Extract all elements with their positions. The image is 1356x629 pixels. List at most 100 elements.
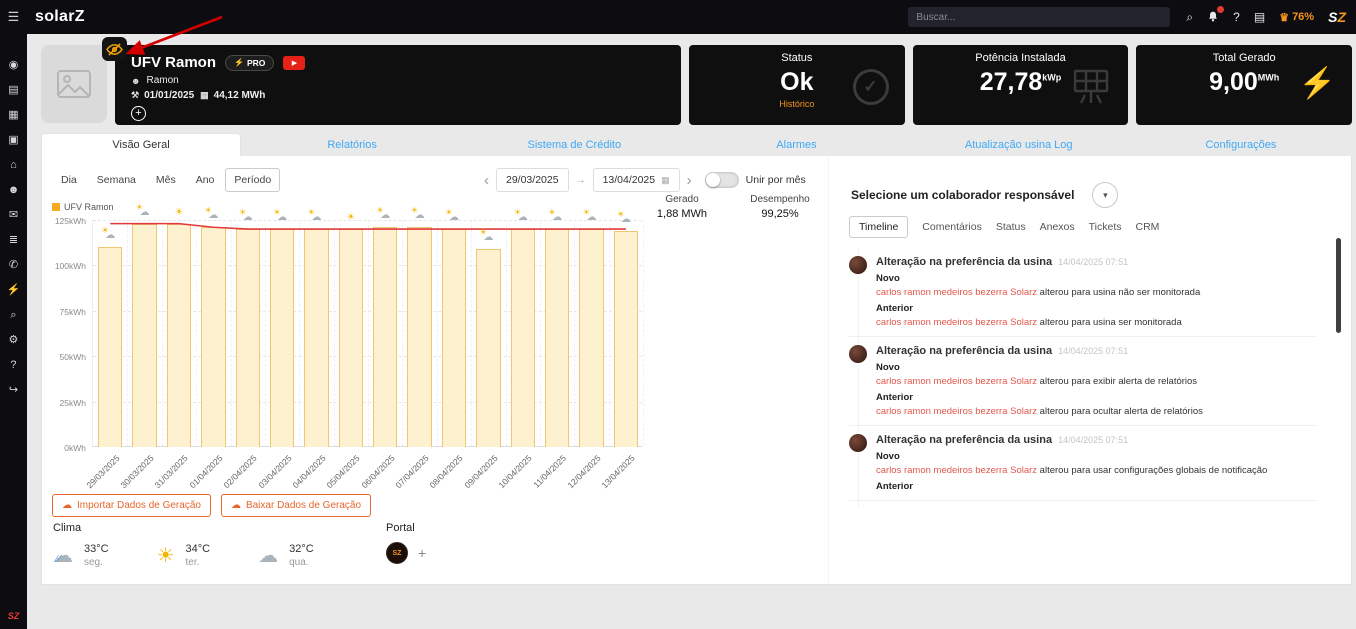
timeline-entry-title: Alteração na preferência da usina: [876, 434, 1053, 446]
timeline-scrollbar[interactable]: [1336, 238, 1341, 333]
collaborator-dropdown-button[interactable]: ▾: [1092, 182, 1119, 208]
import-generation-data-button[interactable]: ☁ Importar Dados de Geração: [52, 494, 211, 517]
timeline-entry-timestamp: 14/04/2025 07:51: [1058, 346, 1129, 356]
toggle-label: Unir por mês: [745, 174, 806, 186]
add-portal-button[interactable]: +: [418, 545, 426, 561]
timeline-tabs: Timeline Comentários Status Anexos Tickets CR…: [849, 216, 1159, 238]
desempenho-stat: Desempenho 99,25%: [750, 194, 810, 220]
generation-chart: UFV Ramon 0kWh 25kWh 50kWh 75kWh 100kWh 125kW…: [50, 202, 710, 507]
timeline-tab-comentarios[interactable]: Comentários: [922, 221, 982, 233]
period-semana[interactable]: Semana: [88, 168, 145, 192]
timeline-tab-anexos[interactable]: Anexos: [1040, 221, 1075, 233]
chart-weather-icon: ☀ ☁: [238, 207, 253, 224]
chart-weather-icon: ☀ ☁: [513, 207, 528, 224]
sidebar-settings-icon[interactable]: ⚙: [9, 335, 19, 346]
period-dia[interactable]: Dia: [52, 168, 86, 192]
period-ano[interactable]: Ano: [187, 168, 224, 192]
weather-day-label: qua.: [289, 557, 309, 568]
sidebar-energy-icon[interactable]: ⚡: [7, 285, 21, 296]
chart-weather-icon: ☀ ☁: [101, 225, 116, 242]
expected-line: [110, 222, 626, 230]
youtube-icon[interactable]: ▶: [283, 55, 306, 70]
portal-logo[interactable]: SZ: [386, 542, 408, 564]
chevron-left-icon[interactable]: ‹: [484, 173, 489, 188]
y-tick-label: 0kWh: [64, 443, 86, 453]
sidebar-plants-icon[interactable]: ≣: [9, 235, 18, 246]
cloud-upload-icon: ☁: [62, 500, 72, 511]
sidebar-help-icon[interactable]: ?: [10, 360, 16, 371]
author-link[interactable]: carlos ramon medeiros bezerra Solarz: [876, 287, 1037, 298]
tab-configuracoes[interactable]: Configurações: [1130, 133, 1352, 156]
chart-weather-icon: ☀ ☁: [135, 201, 150, 218]
sidebar-overview-icon[interactable]: ◉: [9, 60, 19, 71]
tab-sistema-de-credito[interactable]: Sistema de Crédito: [463, 133, 685, 156]
sidebar-whatsapp-icon[interactable]: ✆: [9, 260, 18, 271]
plan-usage-indicator[interactable]: ♛ 76%: [1279, 11, 1314, 24]
clima-title: Clima: [53, 522, 82, 534]
sidebar-screens-icon[interactable]: ▣: [8, 135, 18, 146]
chart-actions: ☁ Importar Dados de Geração ☁ Baixar Dad…: [52, 494, 372, 517]
x-tick-label: 29/03/2025: [84, 453, 122, 491]
x-tick-label: 02/04/2025: [221, 453, 259, 491]
weather-temp: 32°C: [289, 543, 314, 555]
period-periodo[interactable]: Período: [225, 168, 281, 192]
weather-section: Clima ☁ ∕∕ 33°C seg. ☀ 34°C ter. ☁ 32°C qua.: [53, 522, 314, 568]
help-icon[interactable]: ?: [1233, 11, 1240, 23]
timeline-tab-crm[interactable]: CRM: [1136, 221, 1160, 233]
timeline-list: Alteração na preferência da usina 14/04/2…: [849, 248, 1317, 507]
not-monitored-eye-icon[interactable]: [102, 37, 127, 61]
x-tick-label: 10/04/2025: [496, 453, 534, 491]
novo-line: carlos ramon medeiros bezerra Solarz alt…: [876, 287, 1201, 298]
timeline-tab-status[interactable]: Status: [996, 221, 1026, 233]
search-icon[interactable]: ⌕: [1186, 11, 1193, 23]
sidebar-reports-icon[interactable]: ▦: [8, 110, 18, 121]
anterior-line: carlos ramon medeiros bezerra Solarz alt…: [876, 317, 1182, 328]
chart-weather-icon: ☀ ☁: [273, 207, 288, 224]
timeline-tab-tickets[interactable]: Tickets: [1089, 221, 1122, 233]
chevron-right-icon[interactable]: ›: [687, 173, 692, 188]
cloud-download-icon: ☁: [230, 500, 241, 511]
author-link[interactable]: carlos ramon medeiros bezerra Solarz: [876, 317, 1037, 328]
sidebar-messages-icon[interactable]: ✉: [9, 210, 18, 221]
plant-photo-placeholder[interactable]: [41, 45, 107, 123]
bell-icon[interactable]: [1207, 5, 1225, 25]
add-tag-button[interactable]: +: [131, 106, 146, 121]
menu-icon[interactable]: ☰: [0, 9, 27, 25]
tab-visao-geral[interactable]: Visão Geral: [41, 133, 241, 156]
period-mes[interactable]: Mês: [147, 168, 185, 192]
legend-swatch: [52, 203, 60, 211]
timeline-entry-title: Alteração na preferência da usina: [876, 256, 1053, 268]
status-title: Status: [781, 52, 813, 64]
status-card: Status Ok Histórico ✓: [689, 45, 905, 125]
tab-atualizacao-usina-log[interactable]: Atualização usina Log: [908, 133, 1130, 156]
tab-alarmes[interactable]: Alarmes: [685, 133, 907, 156]
app-logo: solarZ: [35, 8, 85, 25]
unir-por-mes-toggle[interactable]: [704, 172, 739, 188]
sidebar-logout-icon[interactable]: ↪: [9, 385, 18, 396]
novo-line: carlos ramon medeiros bezerra Solarz alt…: [876, 465, 1268, 476]
timeline-tab-timeline[interactable]: Timeline: [849, 216, 909, 238]
chart-section: Dia Semana Mês Ano Período ‹ 29/03/2025 → 13…: [42, 156, 828, 584]
y-tick-label: 100kWh: [54, 261, 86, 272]
sidebar-search-icon[interactable]: ⌕: [10, 310, 16, 321]
author-link[interactable]: carlos ramon medeiros bezerra Solarz: [876, 465, 1037, 476]
collaborator-select: Selecione um colaborador responsável ▾: [851, 182, 1119, 208]
weather-day-label: ter.: [185, 557, 200, 568]
anterior-label: Anterior: [876, 481, 913, 492]
x-tick-label: 05/04/2025: [324, 453, 362, 491]
tab-relatorios[interactable]: Relatórios: [241, 133, 463, 156]
x-tick-label: 30/03/2025: [118, 453, 156, 491]
sidebar-charts-icon[interactable]: ▤: [8, 85, 18, 96]
author-link[interactable]: carlos ramon medeiros bezerra Solarz: [876, 406, 1037, 417]
solarz-brand-icon[interactable]: SZ: [1328, 9, 1346, 25]
search-input[interactable]: [908, 7, 1171, 27]
main-area: UFV Ramon ⚡ PRO ▶ ☻ Ramon ⚒ 01/01/2025 ▦…: [27, 34, 1356, 629]
author-link[interactable]: carlos ramon medeiros bezerra Solarz: [876, 376, 1037, 387]
start-date-input[interactable]: 29/03/2025: [496, 168, 569, 192]
clipboard-icon[interactable]: ▤: [1254, 11, 1265, 23]
sidebar-home-icon[interactable]: ⌂: [10, 160, 17, 171]
chart-weather-icon: ☀ ☁: [307, 207, 322, 224]
sidebar-clients-icon[interactable]: ☻: [8, 185, 20, 196]
download-generation-data-button[interactable]: ☁ Baixar Dados de Geração: [220, 494, 372, 517]
end-date-input[interactable]: 13/04/2025 ▦: [592, 168, 680, 192]
